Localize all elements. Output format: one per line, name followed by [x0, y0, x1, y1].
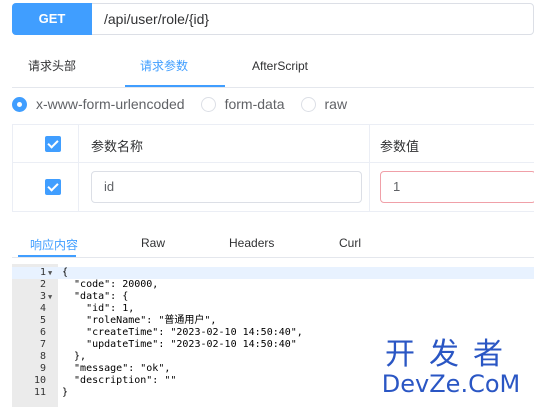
row-checkbox[interactable] — [45, 179, 61, 195]
column-param-value: 参数值 — [380, 139, 420, 154]
params-table: 参数名称 参数值 id 1 — [12, 124, 534, 212]
code-line: 3 ▼ "data": { — [12, 291, 534, 303]
response-tab-active-indicator — [18, 255, 76, 257]
watermark-line1: 开发者 — [385, 337, 517, 372]
tab-response-content[interactable]: 响应内容 — [30, 236, 78, 253]
url-input[interactable]: /api/user/role/{id} — [92, 11, 209, 27]
code-text: "roleName": "普通用户", — [62, 315, 217, 326]
response-tabs: 响应内容 Raw Headers Curl — [12, 228, 534, 258]
line-number: 3 — [39, 291, 46, 302]
watermark-line2: DevZe.CoM — [381, 370, 521, 398]
radio-raw[interactable]: raw — [300, 96, 348, 112]
line-number: 11 — [33, 387, 46, 398]
line-number: 4 — [39, 303, 46, 314]
radio-label: form-data — [224, 96, 285, 112]
tab-params[interactable]: 请求参数 — [140, 54, 188, 88]
body-type-radio-group: x-www-form-urlencoded form-data raw — [12, 96, 363, 112]
params-header-row: 参数名称 参数值 — [13, 125, 534, 163]
tab-headers[interactable]: 请求头部 — [28, 54, 76, 88]
code-text: "message": "ok", — [62, 363, 171, 374]
radio-label: x-www-form-urlencoded — [36, 96, 185, 112]
code-line: 5 "roleName": "普通用户", — [12, 315, 534, 327]
fold-arrow-icon[interactable]: ▼ — [48, 291, 52, 303]
watermark-logo: 开发者 DevZe.CoM — [376, 337, 526, 399]
url-bar: GET /api/user/role/{id} — [12, 2, 534, 35]
line-number: 7 — [39, 339, 46, 350]
column-divider — [369, 125, 370, 211]
code-line: 1 ▼ { — [12, 267, 534, 279]
code-text: "updateTime": "2023-02-10 14:50:40" — [62, 339, 297, 350]
request-tabs: 请求头部 请求参数 AfterScript — [12, 54, 534, 88]
radio-label: raw — [324, 96, 348, 112]
column-param-name: 参数名称 — [91, 139, 144, 154]
line-number: 10 — [33, 375, 46, 386]
code-line: 4 "id": 1, — [12, 303, 534, 315]
line-number: 9 — [39, 363, 46, 374]
tab-afterscript[interactable]: AfterScript — [252, 54, 308, 88]
tab-response-headers[interactable]: Headers — [229, 236, 274, 250]
radio-unchecked-icon — [300, 96, 316, 112]
code-text: }, — [62, 351, 87, 362]
code-text: } — [62, 387, 69, 398]
code-text: "code": 20000, — [62, 279, 159, 290]
radio-unchecked-icon — [200, 96, 216, 112]
line-number: 2 — [39, 279, 46, 290]
param-name-input[interactable]: id — [91, 171, 362, 203]
radio-checked-icon — [12, 96, 27, 112]
code-text: { — [62, 267, 69, 278]
code-text: "id": 1, — [62, 303, 135, 314]
code-line: 2 "code": 20000, — [12, 279, 534, 291]
tab-curl[interactable]: Curl — [339, 236, 361, 250]
tab-raw[interactable]: Raw — [141, 236, 165, 250]
line-number: 1 — [39, 267, 46, 278]
param-value-input[interactable]: 1 — [380, 171, 534, 203]
method-button[interactable]: GET — [12, 2, 92, 35]
select-all-checkbox[interactable] — [45, 136, 61, 152]
code-text: "createTime": "2023-02-10 14:50:40", — [62, 327, 303, 338]
line-number: 8 — [39, 351, 46, 362]
tab-active-indicator — [125, 85, 225, 87]
fold-arrow-icon[interactable]: ▼ — [48, 267, 52, 279]
radio-form-data[interactable]: form-data — [200, 96, 285, 112]
code-text: "description": "" — [62, 375, 177, 386]
code-text: "data": { — [62, 291, 129, 302]
column-divider — [78, 125, 79, 211]
line-number: 6 — [39, 327, 46, 338]
radio-urlencoded[interactable]: x-www-form-urlencoded — [12, 96, 185, 112]
table-row: id 1 — [13, 163, 534, 211]
line-number: 5 — [39, 315, 46, 326]
